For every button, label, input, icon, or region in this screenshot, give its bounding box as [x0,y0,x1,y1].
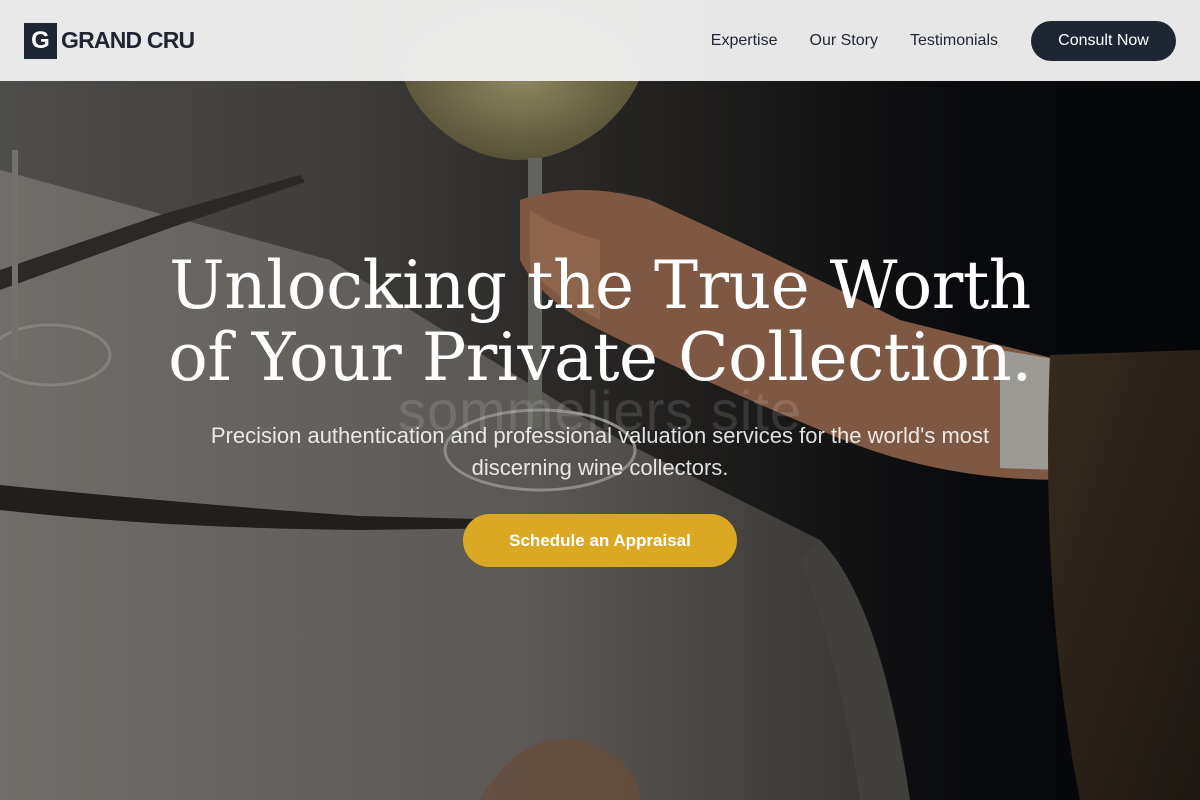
hero-title-line-1: Unlocking the True Worth [169,247,1031,324]
main-nav: Expertise Our Story Testimonials Consult… [711,20,1176,61]
nav-link-testimonials[interactable]: Testimonials [910,32,998,50]
schedule-appraisal-button[interactable]: Schedule an Appraisal [463,514,737,567]
logo-mark-icon: G [24,22,57,59]
consult-now-button[interactable]: Consult Now [1031,20,1176,61]
hero-title: Unlocking the True Worth of Your Private… [100,250,1100,394]
nav-link-our-story[interactable]: Our Story [810,32,878,50]
brand-logo-link[interactable]: G GRAND CRU [24,22,195,59]
hero-content: Unlocking the True Worth of Your Private… [0,250,1200,567]
site-header: G GRAND CRU Expertise Our Story Testimon… [0,0,1200,81]
nav-link-expertise[interactable]: Expertise [711,32,778,50]
hero-subtitle: Precision authentication and professiona… [210,423,990,480]
hero-title-line-2: of Your Private Collection. [168,319,1032,396]
brand-name: GRAND CRU [61,27,195,53]
